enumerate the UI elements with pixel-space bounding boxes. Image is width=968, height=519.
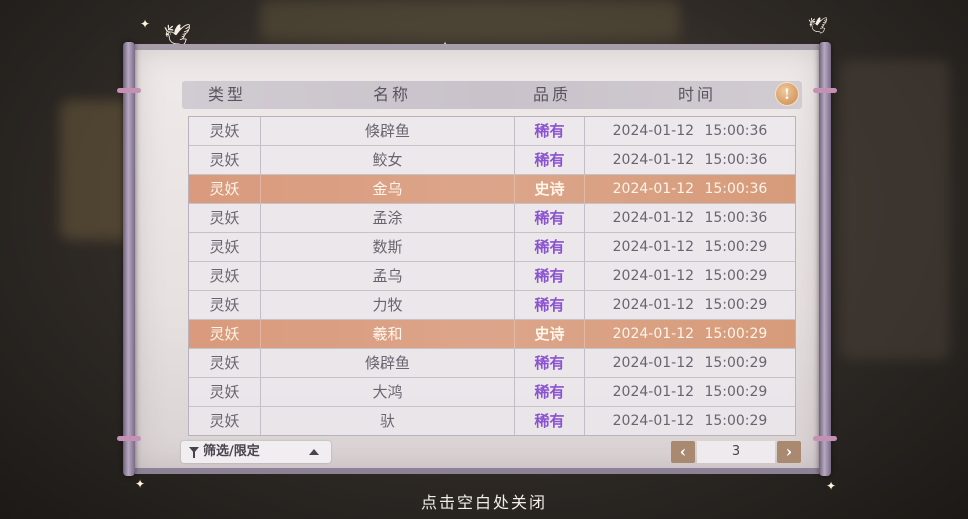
cell-quality: 稀有 [515, 117, 585, 145]
background-panel-top [260, 0, 680, 40]
header-time: 时间 [677, 85, 716, 104]
cell-time: 2024-01-12 15:00:29 [612, 297, 768, 313]
scroll-rod-right [819, 42, 831, 476]
cell-time: 2024-01-12 15:00:29 [612, 268, 768, 284]
cell-time: 2024-01-12 15:00:29 [612, 413, 768, 429]
header-quality: 品质 [532, 85, 571, 104]
table-row: 灵妖 孟乌 稀有 2024-01-12 15:00:29 [189, 262, 795, 291]
table-row-epic: 灵妖 金乌 史诗 2024-01-12 15:00:36 [189, 175, 795, 204]
rod-knob [117, 436, 141, 441]
scroll-paper: 类型 名称 品质 时间 ! 灵妖 倏辟鱼 稀有 2024-01-12 15:00… [135, 50, 819, 470]
cell-type: 灵妖 [189, 320, 261, 348]
filter-label: 筛选/限定 [203, 444, 260, 459]
cell-name: 数斯 [261, 233, 515, 261]
table-row: 灵妖 倏辟鱼 稀有 2024-01-12 15:00:36 [189, 117, 795, 146]
cell-name: 孟乌 [261, 262, 515, 290]
cell-type: 灵妖 [189, 233, 261, 261]
page-number: 3 [697, 441, 775, 463]
table-row: 灵妖 孟涂 稀有 2024-01-12 15:00:36 [189, 204, 795, 233]
sparkle-icon: ✦ [140, 17, 151, 31]
info-icon[interactable]: ! [775, 82, 799, 106]
table-row: 灵妖 数斯 稀有 2024-01-12 15:00:29 [189, 233, 795, 262]
table-row: 灵妖 力牧 稀有 2024-01-12 15:00:29 [189, 291, 795, 320]
cell-name: 孟涂 [261, 204, 515, 232]
record-scroll-panel: 类型 名称 品质 时间 ! 灵妖 倏辟鱼 稀有 2024-01-12 15:00… [117, 42, 837, 476]
filter-icon [189, 447, 199, 458]
cell-name: 驮 [261, 407, 515, 435]
cell-quality: 稀有 [515, 146, 585, 174]
cell-quality: 稀有 [515, 262, 585, 290]
cell-quality: 稀有 [515, 378, 585, 406]
cell-name: 倏辟鱼 [261, 117, 515, 145]
cell-quality: 史诗 [515, 320, 585, 348]
header-type: 类型 [207, 85, 246, 104]
cell-type: 灵妖 [189, 146, 261, 174]
cell-name: 鲛女 [261, 146, 515, 174]
cell-type: 灵妖 [189, 175, 261, 203]
record-table: 灵妖 倏辟鱼 稀有 2024-01-12 15:00:36 灵妖 鲛女 稀有 2… [188, 116, 796, 436]
cell-name: 力牧 [261, 291, 515, 319]
cell-time: 2024-01-12 15:00:36 [612, 181, 768, 197]
rod-knob [117, 88, 141, 93]
scroll-rod-left [123, 42, 135, 476]
table-row: 灵妖 倏辟鱼 稀有 2024-01-12 15:00:29 [189, 349, 795, 378]
cell-type: 灵妖 [189, 204, 261, 232]
table-row: 灵妖 鲛女 稀有 2024-01-12 15:00:36 [189, 146, 795, 175]
prev-page-button[interactable]: ‹ [671, 441, 695, 463]
cell-quality: 史诗 [515, 175, 585, 203]
cell-type: 灵妖 [189, 407, 261, 435]
cell-time: 2024-01-12 15:00:29 [612, 326, 768, 342]
cell-type: 灵妖 [189, 117, 261, 145]
scroll-edge-bottom [135, 468, 819, 474]
next-page-button[interactable]: › [777, 441, 801, 463]
close-hint[interactable]: 点击空白处关闭 [0, 489, 968, 513]
swallow-icon: 🕊 [808, 16, 829, 35]
cell-type: 灵妖 [189, 262, 261, 290]
cell-time: 2024-01-12 15:00:36 [612, 152, 768, 168]
cell-name: 倏辟鱼 [261, 349, 515, 377]
table-row: 灵妖 大鸿 稀有 2024-01-12 15:00:29 [189, 378, 795, 407]
cell-time: 2024-01-12 15:00:29 [612, 239, 768, 255]
cell-quality: 稀有 [515, 233, 585, 261]
cell-quality: 稀有 [515, 407, 585, 435]
chevron-up-icon [309, 449, 319, 455]
cell-name: 羲和 [261, 320, 515, 348]
cell-time: 2024-01-12 15:00:36 [612, 123, 768, 139]
cell-type: 灵妖 [189, 291, 261, 319]
table-row-epic: 灵妖 羲和 史诗 2024-01-12 15:00:29 [189, 320, 795, 349]
cell-name: 大鸿 [261, 378, 515, 406]
cell-time: 2024-01-12 15:00:36 [612, 210, 768, 226]
rod-knob [813, 436, 837, 441]
cell-type: 灵妖 [189, 378, 261, 406]
cell-time: 2024-01-12 15:00:29 [612, 384, 768, 400]
cell-quality: 稀有 [515, 291, 585, 319]
background-panel-right [840, 60, 950, 360]
filter-dropdown[interactable]: 筛选/限定 [181, 441, 331, 463]
cell-time: 2024-01-12 15:00:29 [612, 355, 768, 371]
cell-name: 金乌 [261, 175, 515, 203]
cell-quality: 稀有 [515, 349, 585, 377]
header-name: 名称 [372, 85, 411, 104]
cell-quality: 稀有 [515, 204, 585, 232]
cell-type: 灵妖 [189, 349, 261, 377]
rod-knob [813, 88, 837, 93]
table-row: 灵妖 驮 稀有 2024-01-12 15:00:29 [189, 407, 795, 435]
table-header: 类型 名称 品质 时间 [182, 81, 802, 109]
